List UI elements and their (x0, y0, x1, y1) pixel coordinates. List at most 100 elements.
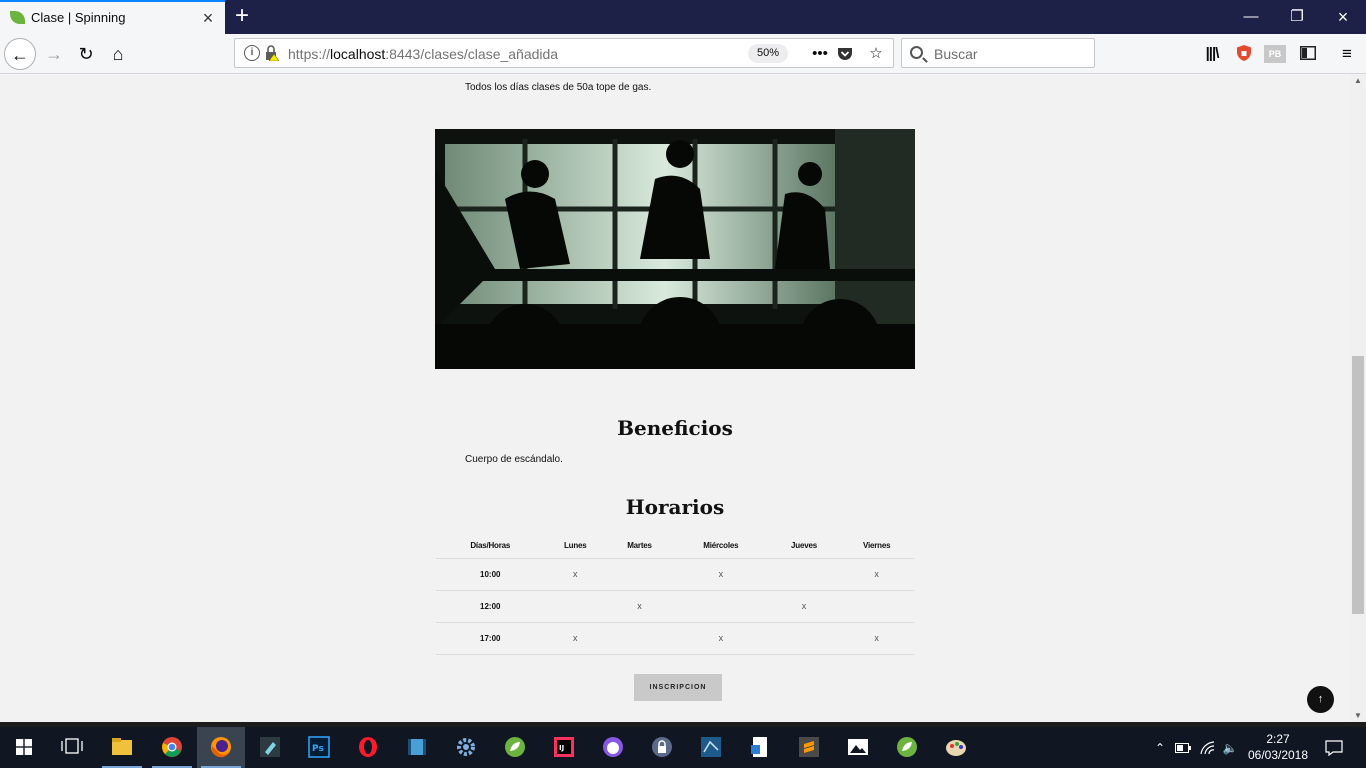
menu-icon[interactable]: ≡ (1335, 42, 1359, 66)
padlock-icon (652, 737, 672, 757)
library-icon[interactable]: |||\ (1200, 42, 1224, 66)
table-cell (544, 590, 606, 623)
spring-leaf-icon (10, 11, 25, 24)
zoom-level-badge[interactable]: 50% (748, 44, 788, 63)
hour-cell: 17:00 (436, 622, 545, 655)
page-actions-icon[interactable]: ••• (809, 43, 831, 65)
taskbar-video-editor[interactable] (393, 727, 441, 768)
document-icon (751, 737, 767, 757)
table-row: 12:00 x x (436, 590, 914, 623)
shield-extension-icon[interactable] (1236, 44, 1252, 62)
table-cell (605, 558, 673, 591)
folder-icon (112, 738, 132, 755)
table-cell: x (544, 622, 606, 655)
pushbullet-icon[interactable]: PB (1264, 45, 1286, 63)
scrollbar-thumb[interactable] (1352, 356, 1364, 614)
taskbar-app-editor[interactable] (246, 727, 294, 768)
taskbar-file-explorer[interactable] (98, 727, 146, 768)
info-icon[interactable]: i (244, 45, 260, 61)
photoshop-icon: Ps (308, 736, 330, 758)
taskbar-intellij[interactable]: IJ (540, 727, 588, 768)
spring-leaf-icon (897, 737, 917, 757)
taskbar-settings-app[interactable] (442, 727, 490, 768)
close-tab-icon[interactable]: × (198, 8, 218, 28)
battery-icon[interactable] (1175, 743, 1191, 753)
notifications-icon[interactable] (1325, 740, 1343, 756)
search-bar[interactable]: Buscar (901, 38, 1095, 68)
clock-date: 06/03/2018 (1247, 748, 1309, 762)
restore-window-button[interactable]: ❐ (1274, 0, 1320, 34)
bookmark-star-icon[interactable]: ☆ (865, 43, 887, 65)
url-bar[interactable]: i https://localhost:8443/clases/clase_añ… (234, 38, 894, 68)
url-text[interactable]: https://localhost:8443/clases/clase_añad… (288, 46, 558, 62)
back-button[interactable]: ← (4, 38, 36, 70)
wifi-icon[interactable] (1200, 741, 1216, 755)
class-description: Todos los días clases de 50a tope de gas… (465, 82, 652, 93)
table-cell (768, 558, 840, 591)
page-scrollbar[interactable]: ▲ ▼ (1350, 74, 1366, 722)
navigation-toolbar: ← → ↻ ⌂ i https://localhost:8443/clases/… (0, 34, 1366, 74)
sublime-icon (799, 737, 819, 757)
clock-time: 2:27 (1266, 732, 1290, 746)
pocket-icon[interactable] (837, 46, 853, 62)
scroll-up-arrow-icon[interactable]: ▲ (1354, 76, 1362, 85)
schedule-table: Días/Horas Lunes Martes Miércoles Jueves… (436, 534, 914, 655)
browser-titlebar: Clase | Spinning × + — ❐ × (0, 0, 1366, 34)
minimize-window-button[interactable]: — (1228, 0, 1274, 34)
table-cell: x (544, 558, 606, 591)
active-tab[interactable]: Clase | Spinning × (0, 0, 225, 34)
scroll-to-top-button[interactable]: ↑ (1307, 686, 1334, 713)
table-cell (673, 590, 769, 623)
windows-taskbar: Ps IJ ⌃ 🔈 2:27 06/03/2018 (0, 722, 1366, 768)
inscribe-button[interactable]: INSCRIPCION (634, 674, 722, 701)
task-view-button[interactable] (48, 727, 96, 768)
database-icon (701, 737, 721, 757)
windows-logo-icon (16, 739, 32, 755)
taskbar-sublime-text[interactable] (785, 727, 833, 768)
taskbar-spring-tool[interactable] (491, 727, 539, 768)
search-input[interactable]: Buscar (934, 46, 978, 62)
forward-button[interactable]: → (38, 38, 70, 70)
taskbar-document-app[interactable] (736, 727, 784, 768)
table-cell: x (605, 590, 673, 623)
close-window-button[interactable]: × (1320, 0, 1366, 34)
svg-text:IJ: IJ (559, 744, 564, 752)
reload-button[interactable]: ↻ (70, 38, 102, 70)
svg-text:Ps: Ps (312, 744, 324, 754)
taskbar-clock[interactable]: 2:27 06/03/2018 (1245, 731, 1311, 763)
hour-cell: 10:00 (436, 558, 545, 591)
gear-icon (457, 738, 475, 756)
hour-cell: 12:00 (436, 590, 545, 623)
taskbar-firefox[interactable] (197, 727, 245, 768)
start-button[interactable] (0, 727, 48, 768)
taskbar-database-tool[interactable] (687, 727, 735, 768)
header-wednesday: Miércoles (673, 534, 769, 559)
scroll-down-arrow-icon[interactable]: ▼ (1354, 711, 1362, 720)
home-button[interactable]: ⌂ (102, 38, 134, 70)
taskbar-github-desktop[interactable] (589, 727, 637, 768)
tray-overflow-chevron-icon[interactable]: ⌃ (1152, 741, 1168, 755)
taskbar-photos[interactable] (834, 727, 882, 768)
taskbar-chrome[interactable] (148, 727, 196, 768)
firefox-icon (211, 737, 231, 758)
lock-warning-icon[interactable] (265, 45, 279, 61)
taskbar-spring-tool-2[interactable] (883, 727, 931, 768)
benefits-text: Cuerpo de escándalo. (465, 454, 563, 465)
taskbar-photoshop[interactable]: Ps (295, 727, 343, 768)
volume-icon[interactable]: 🔈 (1222, 741, 1238, 755)
taskbar-paint[interactable] (932, 727, 980, 768)
new-tab-button[interactable]: + (230, 3, 254, 29)
schedule-header-row: Días/Horas Lunes Martes Miércoles Jueves… (436, 534, 914, 559)
benefits-heading: Beneficios (617, 416, 733, 440)
search-icon (910, 46, 923, 59)
table-cell: x (673, 622, 769, 655)
header-monday: Lunes (544, 534, 606, 559)
sidebar-icon[interactable] (1300, 46, 1316, 60)
task-view-icon (61, 738, 83, 754)
editor-app-icon (260, 737, 280, 757)
taskbar-opera[interactable] (344, 727, 392, 768)
table-cell (605, 622, 673, 655)
intellij-icon: IJ (554, 737, 574, 757)
taskbar-vpn-app[interactable] (638, 727, 686, 768)
schedule-heading: Horarios (625, 495, 725, 519)
